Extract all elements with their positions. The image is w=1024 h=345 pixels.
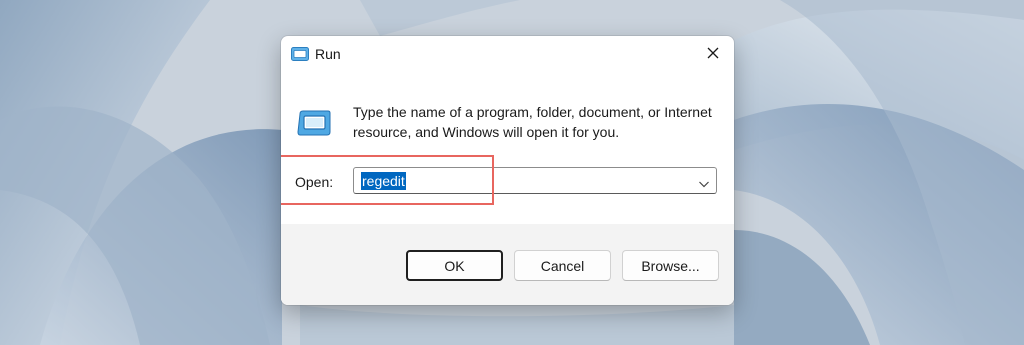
run-dialog: Run Type the name of a program, folder, … xyxy=(281,36,734,305)
title-bar[interactable]: Run xyxy=(281,36,734,72)
open-input-value[interactable]: regedit xyxy=(361,172,406,190)
chevron-down-icon[interactable] xyxy=(698,176,710,188)
ok-button[interactable]: OK xyxy=(406,250,503,281)
dialog-title: Run xyxy=(315,46,341,62)
dialog-footer: OK Cancel Browse... xyxy=(281,224,734,305)
dialog-description: Type the name of a program, folder, docu… xyxy=(353,104,712,140)
open-combobox[interactable]: regedit xyxy=(353,167,717,194)
run-icon xyxy=(291,47,309,61)
cancel-button[interactable]: Cancel xyxy=(514,250,611,281)
open-label: Open: xyxy=(295,174,334,190)
dialog-body: Type the name of a program, folder, docu… xyxy=(281,72,734,224)
close-button[interactable] xyxy=(699,42,727,68)
close-icon xyxy=(706,46,720,65)
browse-button[interactable]: Browse... xyxy=(622,250,719,281)
run-icon xyxy=(297,110,331,136)
